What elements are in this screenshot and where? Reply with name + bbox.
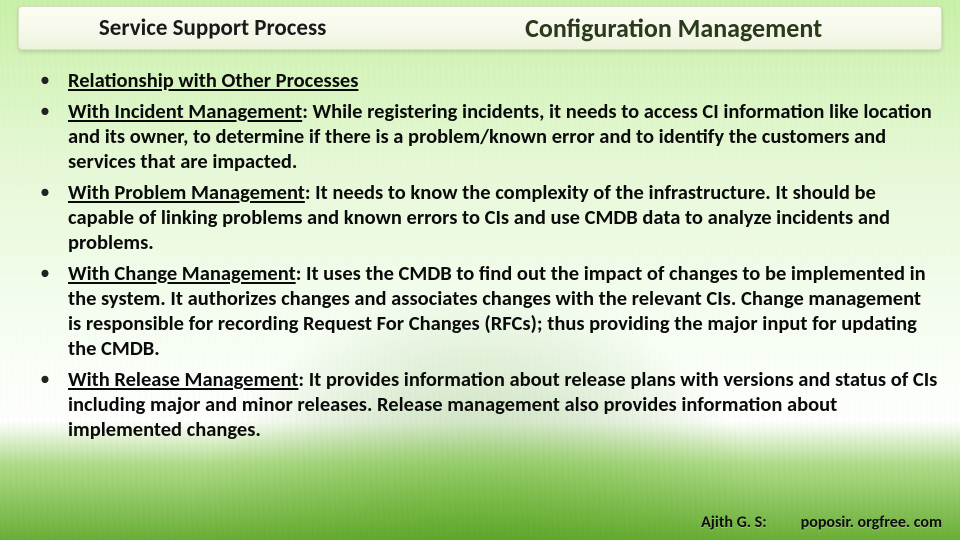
bullet-list: Relationship with Other Processes With I… xyxy=(28,68,938,442)
list-item: Relationship with Other Processes xyxy=(28,68,938,93)
bullet-lead: With Incident Management xyxy=(68,98,302,124)
bullet-lead: With Change Management xyxy=(68,260,296,286)
list-item: With Problem Management: It needs to kno… xyxy=(28,180,938,255)
bullet-heading: Relationship with Other Processes xyxy=(68,67,358,93)
title-left: Service Support Process xyxy=(19,14,406,42)
slide: Service Support Process Configuration Ma… xyxy=(0,0,960,540)
content-area: Relationship with Other Processes With I… xyxy=(28,68,938,488)
bullet-lead: With Release Management xyxy=(68,366,298,392)
footer-site: poposir. orgfree. com xyxy=(801,513,942,532)
title-right: Configuration Management xyxy=(406,12,941,44)
list-item: With Incident Management: While register… xyxy=(28,99,938,174)
footer: Ajith G. S: poposir. orgfree. com xyxy=(701,513,942,532)
list-item: With Change Management: It uses the CMDB… xyxy=(28,261,938,361)
list-item: With Release Management: It provides inf… xyxy=(28,367,938,442)
bullet-lead: With Problem Management xyxy=(68,179,305,205)
footer-author: Ajith G. S: xyxy=(701,513,767,532)
title-bar: Service Support Process Configuration Ma… xyxy=(18,6,942,50)
